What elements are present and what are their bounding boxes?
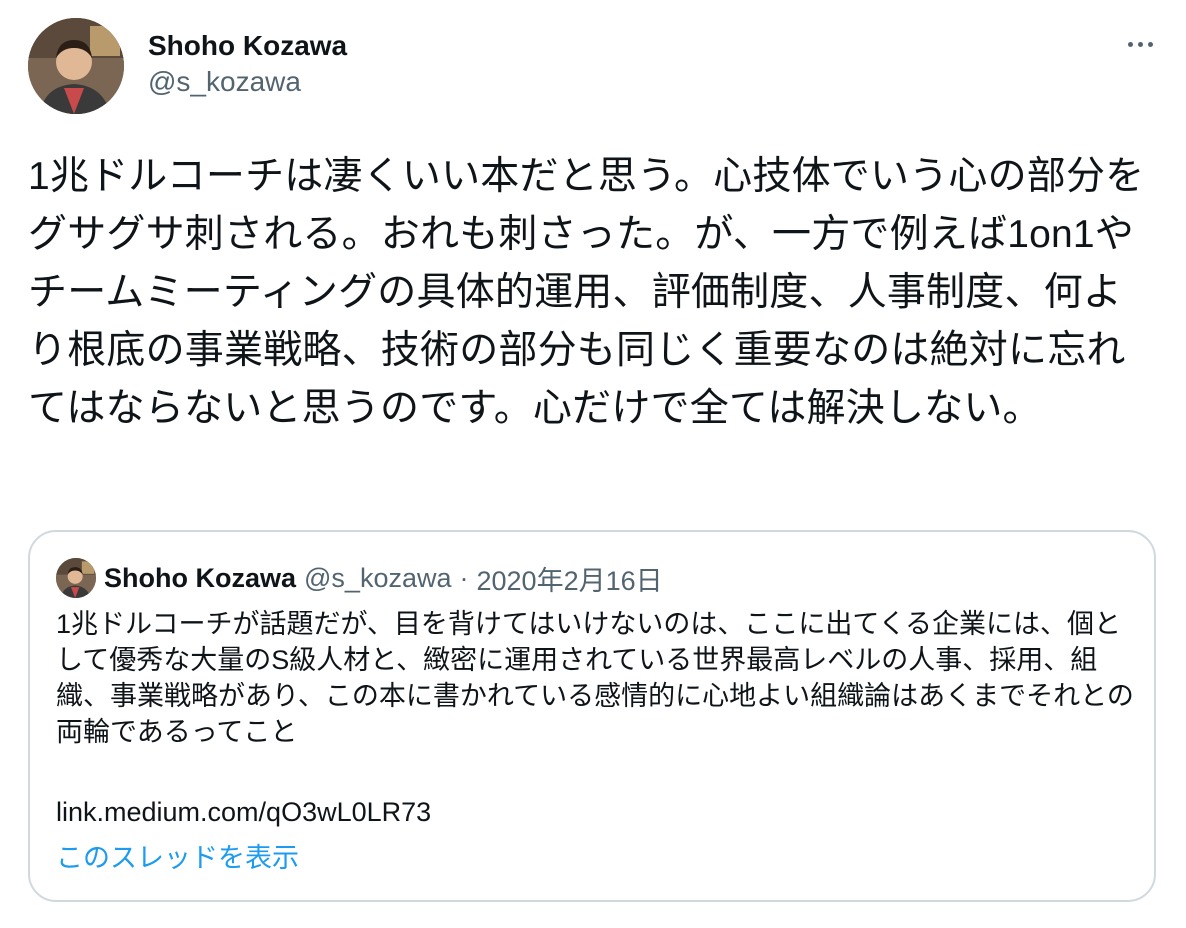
- avatar[interactable]: [28, 18, 124, 114]
- author-handle[interactable]: @s_kozawa: [148, 64, 347, 100]
- avatar-photo: [28, 18, 124, 114]
- tweet: Shoho Kozawa @s_kozawa 1兆ドルコーチは凄くいい本だと思う…: [0, 0, 1186, 928]
- author-display-name[interactable]: Shoho Kozawa: [148, 28, 347, 64]
- more-horizontal-icon: [1127, 41, 1133, 47]
- more-options-button[interactable]: [1122, 32, 1158, 56]
- tweet-header: Shoho Kozawa @s_kozawa: [28, 18, 1158, 118]
- quoted-author-handle: @s_kozawa: [304, 562, 452, 593]
- quoted-tweet-card[interactable]: Shoho Kozawa @s_kozawa · 2020年2月16日 1兆ドル…: [28, 530, 1156, 902]
- quoted-avatar-photo: [56, 558, 96, 598]
- tweet-text: 1兆ドルコーチは凄くいい本だと思う。心技体でいう心の部分をグサグサ刺される。おれ…: [28, 155, 1145, 430]
- quoted-avatar: [56, 558, 96, 598]
- quoted-tweet-date: 2020年2月16日: [476, 565, 663, 596]
- separator-dot: ·: [459, 562, 469, 593]
- quoted-tweet-text: 1兆ドルコーチが話題だが、目を背けてはいけないのは、ここに出てくる企業には、個と…: [56, 609, 1134, 747]
- more-horizontal-icon-dot: [1137, 41, 1143, 47]
- quoted-author-display-name: Shoho Kozawa: [104, 562, 297, 593]
- quoted-tweet-header: Shoho Kozawa @s_kozawa · 2020年2月16日: [56, 558, 663, 598]
- show-thread-link[interactable]: このスレッドを表示: [56, 840, 299, 876]
- quoted-tweet-link[interactable]: link.medium.com/qO3wL0LR73: [56, 794, 431, 830]
- more-horizontal-icon-dot: [1147, 41, 1153, 47]
- author-names: Shoho Kozawa @s_kozawa: [148, 28, 347, 100]
